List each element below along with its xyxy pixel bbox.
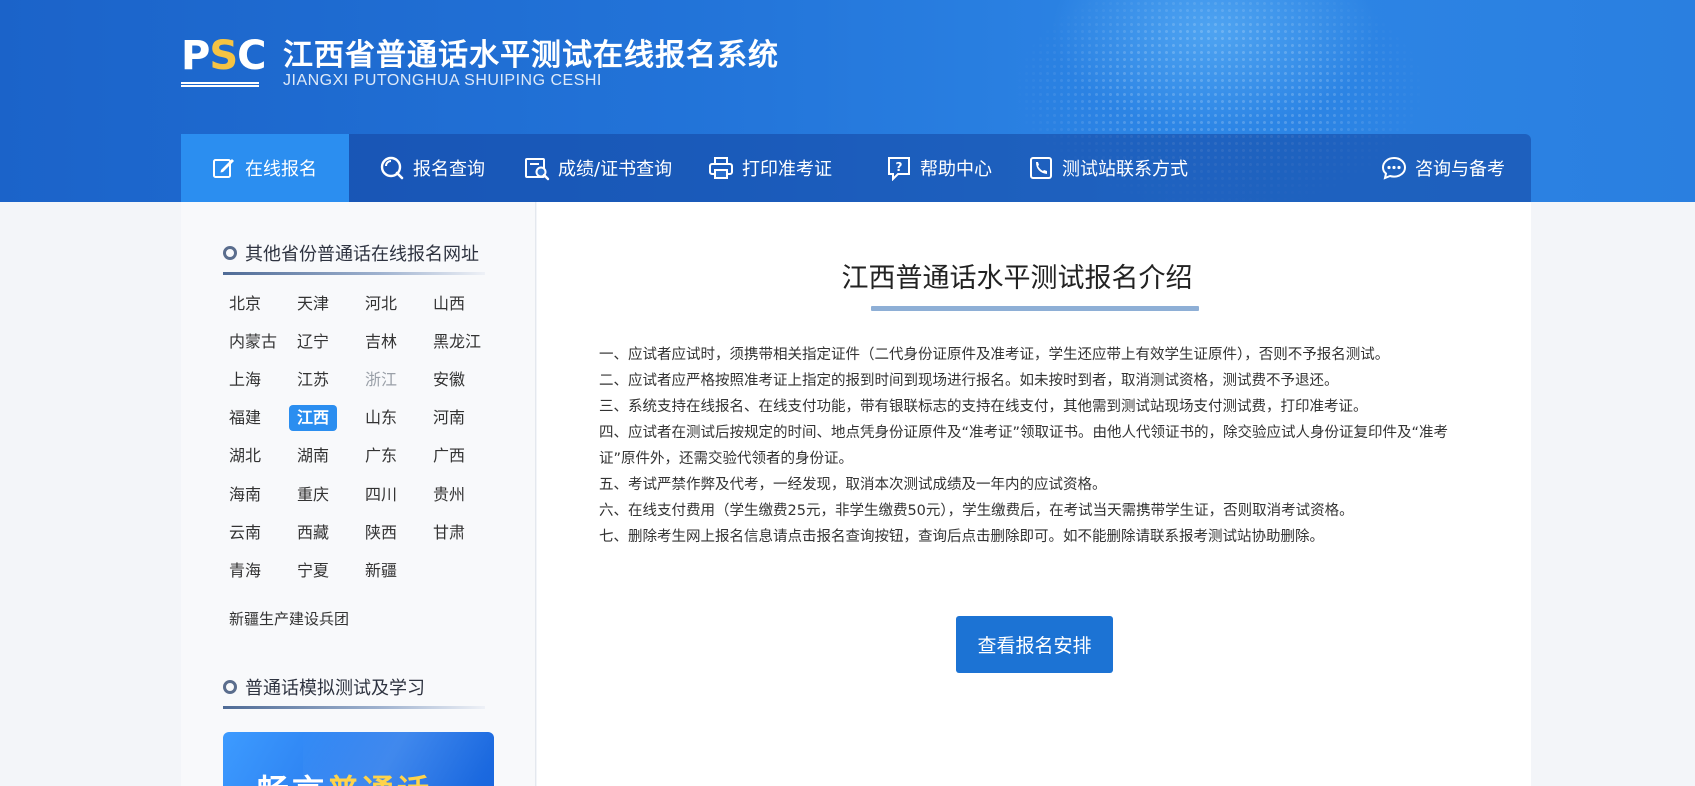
circle-bullet-icon (223, 246, 237, 260)
province-link-jiangxi[interactable]: 江西 (289, 405, 338, 431)
rule-item: 一、应试者应试时，须携带相关指定证件（二代身份证原件及准考证，学生还应带上有效学… (599, 347, 1390, 363)
province-link-shandong[interactable]: 山东 (357, 405, 405, 431)
psc-logo[interactable]: PSC (181, 33, 267, 90)
changyan-putonghua-banner[interactable]: 畅言普通话 (223, 732, 494, 786)
province-link-xinjiang-bingtuan[interactable]: 新疆生产建设兵团 (229, 608, 349, 629)
province-link-heilongjiang[interactable]: 黑龙江 (425, 329, 489, 355)
province-link-jiangsu[interactable]: 江苏 (289, 367, 337, 393)
rule-item: 六、在线支付费用（学生缴费25元，非学生缴费50元），学生缴费后，在考试当天需携… (599, 503, 1354, 519)
rule-item: 三、系统支持在线报名、在线支付功能，带有银联标志的支持在线支付，其他需到测试站现… (599, 399, 1368, 415)
rule-item: 七、删除考生网上报名信息请点击报名查询按钮，查询后点击删除即可。如不能删除请联系… (599, 529, 1324, 545)
rule-item: 四、应试者在测试后按规定的时间、地点凭身份证原件及“准考证”领取证书。由他人代领… (599, 425, 1449, 467)
nav-label: 报名查询 (413, 159, 485, 180)
province-link-hunan[interactable]: 湖南 (289, 443, 337, 469)
title-underline (871, 306, 1199, 311)
certificate-search-icon (524, 155, 550, 181)
search-icon (379, 155, 405, 181)
section-divider (223, 706, 485, 709)
nav-label: 成绩/证书查询 (558, 159, 673, 180)
province-link-chongqing[interactable]: 重庆 (289, 482, 337, 508)
banner-text-part: 畅言 (257, 772, 327, 786)
main-nav: 在线报名 报名查询 成绩/证书查询 打印准考证 ? 帮助中心 测试站联系方式 咨… (181, 134, 1531, 202)
edit-icon (211, 155, 237, 181)
study-section-title: 普通话模拟测试及学习 (223, 674, 425, 700)
nav-registration-query[interactable]: 报名查询 (379, 134, 485, 202)
banner-text: 畅言普通话 (257, 766, 432, 786)
logo-letters: PSC (181, 33, 267, 79)
province-link-anhui[interactable]: 安徽 (425, 367, 473, 393)
nav-label: 咨询与备考 (1415, 159, 1505, 180)
province-link-zhejiang: 浙江 (365, 370, 398, 389)
registration-rules: 一、应试者应试时，须携带相关指定证件（二代身份证原件及准考证，学生还应带上有效学… (599, 342, 1479, 550)
province-link-gansu[interactable]: 甘肃 (425, 520, 473, 546)
nav-label: 帮助中心 (920, 159, 992, 180)
province-link-qinghai[interactable]: 青海 (221, 558, 269, 584)
province-link-xizang[interactable]: 西藏 (289, 520, 337, 546)
rule-item: 二、应试者应严格按照准考证上指定的报到时间到现场进行报名。如未按时到者，取消测试… (599, 373, 1339, 389)
province-link-guizhou[interactable]: 贵州 (425, 482, 473, 508)
nav-label: 测试站联系方式 (1062, 159, 1188, 180)
province-link-fujian[interactable]: 福建 (221, 405, 269, 431)
nav-help-center[interactable]: ? 帮助中心 (886, 134, 992, 202)
province-link-hebei[interactable]: 河北 (357, 291, 405, 317)
province-link-ningxia[interactable]: 宁夏 (289, 558, 337, 584)
rule-item: 五、考试严禁作弊及代考，一经发现，取消本次测试成绩及一年内的应试资格。 (599, 477, 1107, 493)
nav-print-admission-ticket[interactable]: 打印准考证 (708, 134, 832, 202)
section-title-text: 普通话模拟测试及学习 (245, 678, 425, 699)
province-link-xinjiang[interactable]: 新疆 (357, 558, 405, 584)
printer-icon (708, 155, 734, 181)
page-title: 江西普通话水平测试报名介绍 (841, 263, 1193, 294)
province-link-hainan[interactable]: 海南 (221, 482, 269, 508)
province-link-shaanxi[interactable]: 陕西 (357, 520, 405, 546)
nav-online-registration[interactable]: 在线报名 (181, 134, 349, 202)
province-link-liaoning[interactable]: 辽宁 (289, 329, 337, 355)
province-link-henan[interactable]: 河南 (425, 405, 473, 431)
main-content: 江西普通话水平测试报名介绍 一、应试者应试时，须携带相关指定证件（二代身份证原件… (537, 202, 1531, 786)
province-link-guangdong[interactable]: 广东 (357, 443, 405, 469)
nav-label: 打印准考证 (742, 159, 832, 180)
province-link-shanxi[interactable]: 山西 (425, 291, 473, 317)
provinces-section-title: 其他省份普通话在线报名网址 (223, 240, 479, 266)
province-link-neimenggu[interactable]: 内蒙古 (221, 329, 285, 355)
help-icon: ? (886, 155, 912, 181)
site-title: 江西省普通话水平测试在线报名系统 (283, 38, 779, 73)
header-banner: PSC 江西省普通话水平测试在线报名系统 JIANGXI PUTONGHUA S… (0, 0, 1695, 202)
province-link-sichuan[interactable]: 四川 (357, 482, 405, 508)
nav-label: 在线报名 (245, 159, 317, 180)
province-link-jilin[interactable]: 吉林 (357, 329, 405, 355)
chat-icon (1381, 155, 1407, 181)
phone-icon (1028, 155, 1054, 181)
province-link-tianjin[interactable]: 天津 (289, 291, 337, 317)
section-title-text: 其他省份普通话在线报名网址 (245, 244, 479, 265)
view-schedule-button[interactable]: 查看报名安排 (956, 616, 1113, 673)
province-link-guangxi[interactable]: 广西 (425, 443, 473, 469)
nav-score-certificate-query[interactable]: 成绩/证书查询 (524, 134, 672, 202)
nav-consult-prepare[interactable]: 咨询与备考 (1381, 134, 1505, 202)
logo-underline (181, 82, 259, 87)
circle-bullet-icon (223, 680, 237, 694)
province-link-yunnan[interactable]: 云南 (221, 520, 269, 546)
banner-text-highlight: 普通话 (327, 772, 432, 786)
province-link-shanghai[interactable]: 上海 (221, 367, 269, 393)
svg-text:?: ? (896, 160, 903, 174)
sidebar: 其他省份普通话在线报名网址 北京 天津 河北 山西 内蒙古 辽宁 吉林 黑龙江 … (181, 202, 536, 786)
province-link-hubei[interactable]: 湖北 (221, 443, 269, 469)
nav-test-station-contact[interactable]: 测试站联系方式 (1028, 134, 1188, 202)
section-divider (223, 272, 485, 275)
province-link-beijing[interactable]: 北京 (221, 291, 269, 317)
site-subtitle: JIANGXI PUTONGHUA SHUIPING CESHI (283, 72, 602, 89)
